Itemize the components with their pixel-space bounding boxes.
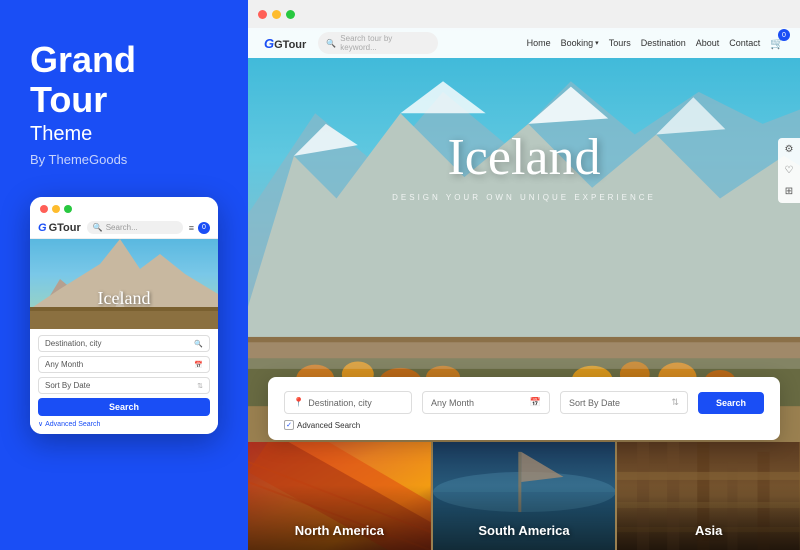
mockup-hero-text: Iceland	[98, 288, 151, 309]
mockup-advanced-search[interactable]: ∨ Advanced Search	[38, 420, 210, 428]
search-form: 📍 Destination, city Any Month 📅 Sort By …	[268, 377, 780, 440]
settings-icon[interactable]: ⚙	[783, 142, 796, 157]
nav-home[interactable]: Home	[527, 38, 551, 48]
destination-cards: North America	[248, 442, 800, 550]
browser-dot-close[interactable]	[258, 10, 267, 19]
nav-tours[interactable]: Tours	[609, 38, 631, 48]
month-field[interactable]: Any Month 📅	[422, 391, 550, 414]
search-icon: 🔍	[93, 223, 103, 232]
mockup-sort-input[interactable]: Sort By Date ⇅	[38, 377, 210, 394]
mockup-nav: GGTour 🔍 Search... ≡ 0	[30, 217, 218, 239]
location-icon: 📍	[293, 397, 304, 408]
browser-dot-minimize[interactable]	[272, 10, 281, 19]
mobile-mockup: GGTour 🔍 Search... ≡ 0	[30, 197, 218, 434]
mockup-destination-input[interactable]: Destination, city 🔍	[38, 335, 210, 352]
cart-badge: 0	[198, 222, 210, 234]
heart-icon[interactable]: ♡	[783, 163, 796, 178]
menu-icon: ≡	[189, 223, 194, 233]
mockup-search-btn[interactable]: Search	[38, 398, 210, 416]
calendar-icon: 📅	[194, 361, 203, 369]
hero-title: Iceland	[447, 128, 600, 187]
south-america-label: South America	[478, 523, 569, 538]
search-form-row: 📍 Destination, city Any Month 📅 Sort By …	[284, 391, 764, 414]
calendar-icon: 📅	[530, 397, 541, 408]
nav-destination[interactable]: Destination	[641, 38, 686, 48]
search-button[interactable]: Search	[698, 392, 764, 414]
sort-field[interactable]: Sort By Date ⇅	[560, 391, 688, 414]
site-nav: Home Booking ▾ Tours Destination About C…	[527, 34, 784, 52]
search-icon: 🔍	[326, 39, 336, 48]
sort-icon: ⇅	[197, 382, 203, 390]
chevron-down-icon: ▾	[595, 39, 599, 47]
mockup-month-input[interactable]: Any Month 📅	[38, 356, 210, 373]
chevron-down-icon: ∨	[38, 420, 43, 428]
search-icon-sm: 🔍	[194, 340, 203, 348]
card-asia[interactable]: Asia	[617, 442, 800, 550]
dot-red	[40, 205, 48, 213]
mockup-hero: Iceland	[30, 239, 218, 329]
destination-field[interactable]: 📍 Destination, city	[284, 391, 412, 414]
mockup-search-bar[interactable]: 🔍 Search...	[87, 221, 183, 234]
nav-contact[interactable]: Contact	[729, 38, 760, 48]
cart-badge: 0	[778, 29, 790, 41]
asia-label: Asia	[695, 523, 722, 538]
site-searchbar[interactable]: 🔍 Search tour by keyword...	[318, 32, 438, 54]
left-panel: Grand Tour Theme By ThemeGoods GGTour 🔍 …	[0, 0, 248, 550]
mockup-mountain-svg	[30, 239, 218, 329]
advanced-search-toggle[interactable]: ✓ Advanced Search	[284, 420, 764, 430]
nav-booking[interactable]: Booking ▾	[561, 38, 599, 48]
nav-about[interactable]: About	[696, 38, 720, 48]
right-panel: GGTour 🔍 Search tour by keyword... Home …	[248, 0, 800, 550]
right-sidebar: ⚙ ♡ ⊞	[778, 138, 800, 203]
share-icon[interactable]: ⊞	[783, 184, 795, 199]
brand-subtitle: Theme	[30, 123, 218, 146]
north-america-label: North America	[295, 523, 384, 538]
card-north-america[interactable]: North America	[248, 442, 431, 550]
site-header: GGTour 🔍 Search tour by keyword... Home …	[248, 28, 800, 58]
browser-chrome	[248, 0, 800, 28]
mockup-nav-icons: ≡ 0	[189, 222, 210, 234]
checkbox-icon: ✓	[284, 420, 294, 430]
dot-green	[64, 205, 72, 213]
hero-subtitle: DESIGN YOUR OWN UNIQUE EXPERIENCE	[392, 193, 656, 202]
cart-button[interactable]: 🛒 0	[770, 34, 784, 52]
mockup-titlebar	[30, 197, 218, 217]
card-south-america[interactable]: South America	[433, 442, 616, 550]
browser-content: GGTour 🔍 Search tour by keyword... Home …	[248, 28, 800, 550]
browser-dot-fullscreen[interactable]	[286, 10, 295, 19]
dot-yellow	[52, 205, 60, 213]
mockup-form: Destination, city 🔍 Any Month 📅 Sort By …	[30, 329, 218, 434]
brand-by: By ThemeGoods	[30, 152, 218, 167]
sort-icon: ⇅	[671, 397, 679, 408]
site-logo: GGTour	[264, 36, 306, 51]
mockup-logo: GGTour	[38, 222, 81, 234]
brand-title: Grand Tour	[30, 40, 218, 119]
